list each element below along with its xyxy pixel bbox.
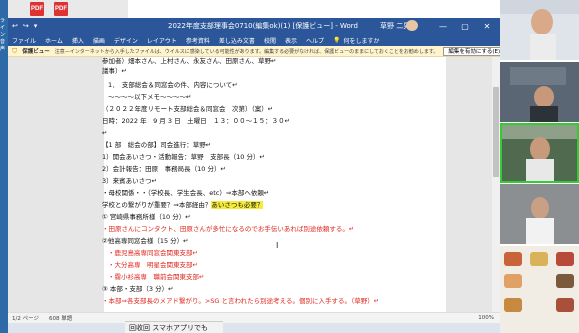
pdf-file-icon[interactable]: PDF bbox=[30, 2, 44, 16]
document-page[interactable]: 参加者）畑本さん、上村さん、永友さん、田原さん、草野↵ 議事）↵ 1． 支部総会… bbox=[102, 57, 446, 312]
text-cursor-icon: I bbox=[276, 241, 279, 250]
participant-video-2 bbox=[500, 62, 579, 122]
thumbnail-image bbox=[504, 252, 522, 266]
tab-file[interactable]: ファイル bbox=[12, 36, 36, 45]
redo-icon[interactable]: ↪ bbox=[23, 22, 29, 30]
window-controls: — ▢ ✕ bbox=[432, 18, 498, 34]
tab-help[interactable]: ヘルプ bbox=[306, 36, 324, 45]
thumbnail-image bbox=[530, 252, 548, 266]
word-window: ↩ ↪ ▾ 2022年度支部理事会0710(編集ok)(1) [保護ビュー] -… bbox=[8, 18, 500, 323]
doc-line: ・本部⇒各支部長のメアド繋がり。>SG と言われたら別途考える。個別に入手する。… bbox=[102, 297, 380, 305]
doc-line: 3）来賓あいさつ↵ bbox=[102, 177, 158, 185]
page-count[interactable]: 1/2 ページ bbox=[12, 314, 39, 322]
thumbnail-image bbox=[556, 274, 574, 288]
doc-line: 議事）↵ bbox=[102, 67, 127, 75]
doc-line: ・田原さんにコンタクト、田原さんが多忙になるのでお手伝いあれば別途依頼する。↵ bbox=[102, 225, 355, 233]
tell-me-search[interactable]: 💡 何をしますか bbox=[333, 36, 380, 45]
tab-mailings[interactable]: 差し込み文書 bbox=[219, 36, 255, 45]
screen: ライン音声 PDF PDF ↩ ↪ ▾ 2022年度支部理事会0710(編集ok… bbox=[0, 0, 579, 333]
taskbar: ▤ ✉ ● W bbox=[8, 323, 500, 333]
doc-line: ① 宮崎県事務所様（10 分）↵ bbox=[102, 213, 191, 221]
scrollbar-thumb[interactable] bbox=[493, 87, 499, 177]
participant-video-4 bbox=[500, 184, 579, 244]
word-count[interactable]: 608 単語 bbox=[49, 314, 72, 322]
doc-line: 参加者）畑本さん、上村さん、永友さん、田原さん、草野↵ bbox=[102, 57, 277, 65]
zoom-level[interactable]: 100% bbox=[478, 315, 494, 321]
minimize-button[interactable]: — bbox=[432, 18, 454, 34]
video-tile[interactable] bbox=[500, 0, 579, 60]
tab-references[interactable]: 参考資料 bbox=[186, 36, 210, 45]
thumbnail-image bbox=[504, 274, 522, 288]
tab-home[interactable]: ホーム bbox=[45, 36, 63, 45]
avatar[interactable] bbox=[406, 20, 418, 31]
video-tile[interactable] bbox=[500, 184, 579, 244]
doc-line: ・霧小衫高専 職前会関東支部↵ bbox=[108, 273, 205, 281]
background-window bbox=[500, 246, 579, 333]
protected-view-bar: ⛉ 保護ビュー 注意—インターネットから入手したファイルは、ウイルスに感染してい… bbox=[8, 46, 500, 57]
tab-view[interactable]: 表示 bbox=[285, 36, 297, 45]
desktop-icon-row: PDF PDF bbox=[8, 0, 128, 18]
thumbnail-image bbox=[556, 298, 574, 312]
overlay-caption-text: 回收回 スマホアプリでも bbox=[129, 324, 209, 332]
document-title: 2022年度支部理事会0710(編集ok)(1) [保護ビュー] - Word bbox=[168, 22, 358, 30]
thumbnail-image bbox=[556, 252, 574, 266]
doc-line: 2）会計報告：田原 事務局長（10 分）↵ bbox=[102, 165, 226, 173]
protected-view-label: 保護ビュー bbox=[22, 49, 50, 55]
tab-design[interactable]: デザイン bbox=[114, 36, 138, 45]
document-area: 参加者）畑本さん、上村さん、永友さん、田原さん、草野↵ 議事）↵ 1． 支部総会… bbox=[8, 57, 500, 312]
doc-line: ・大分高専 明星会関東支部↵ bbox=[108, 261, 198, 269]
shield-icon: ⛉ bbox=[12, 46, 18, 55]
doc-line: 1． 支部総会＆同窓会の件、内容について↵ bbox=[108, 81, 238, 89]
doc-line: 【1 部 総会の部】司会進行：草野↵ bbox=[102, 141, 212, 149]
pdf-file-icon[interactable]: PDF bbox=[54, 2, 68, 16]
maximize-button[interactable]: ▢ bbox=[454, 18, 476, 34]
thumbnail-image bbox=[504, 298, 522, 312]
doc-line: （２０２２年度リモート支部総会＆同窓会 次第）（案）↵ bbox=[102, 105, 274, 113]
highlighted-text: あいさつも必要？ bbox=[211, 201, 264, 209]
doc-line: ～～～～以下メモ～～～～↵ bbox=[108, 93, 192, 101]
participant-video-3 bbox=[502, 125, 577, 181]
enable-editing-button[interactable]: 編集を有効にする(E) bbox=[443, 46, 500, 56]
video-tile-active-speaker[interactable] bbox=[500, 123, 579, 183]
doc-line: 1）開会あいさつ・活動報告：草野 支部長（10 分）↵ bbox=[102, 153, 265, 161]
lightbulb-icon: 💡 bbox=[332, 36, 341, 44]
desktop-edge: ライン音声 bbox=[0, 0, 8, 333]
tab-review[interactable]: 校閲 bbox=[264, 36, 276, 45]
desktop-label: ライン音声 bbox=[0, 18, 6, 52]
doc-line: ↵ bbox=[102, 129, 108, 137]
ribbon-tabs: ファイル ホーム 挿入 描画 デザイン レイアウト 参考資料 差し込み文書 校閲… bbox=[8, 34, 500, 46]
doc-line: ・母校関係・・（学校長、学生会長、etc）⇒本部へ依頼↵ bbox=[102, 189, 270, 197]
doc-line: ②他高専同窓会様（15 分）↵ bbox=[102, 237, 189, 245]
protected-view-message: 注意—インターネットから入手したファイルは、ウイルスに感染している可能性がありま… bbox=[54, 48, 439, 55]
doc-line: ③ 本部・支部（3 分）↵ bbox=[102, 285, 174, 293]
close-button[interactable]: ✕ bbox=[476, 18, 498, 34]
overlay-caption: 回收回 スマホアプリでも bbox=[125, 321, 223, 333]
title-bar: ↩ ↪ ▾ 2022年度支部理事会0710(編集ok)(1) [保護ビュー] -… bbox=[8, 18, 500, 34]
tab-layout[interactable]: レイアウト bbox=[147, 36, 177, 45]
status-bar: 1/2 ページ 608 単語 100% bbox=[8, 312, 500, 323]
tab-insert[interactable]: 挿入 bbox=[72, 36, 84, 45]
tab-draw[interactable]: 描画 bbox=[93, 36, 105, 45]
quick-access-toolbar: ↩ ↪ ▾ bbox=[12, 22, 37, 30]
doc-line: 日時：2022 年 9 月 3 日 土曜日 １３：００～１５：３０↵ bbox=[102, 117, 291, 125]
doc-line-text: 学校との繋がりが重要？⇒本部経由？ bbox=[102, 201, 212, 209]
tell-me-label: 何をしますか bbox=[343, 37, 380, 45]
video-tile[interactable] bbox=[500, 62, 579, 122]
customize-qat-icon[interactable]: ▾ bbox=[34, 22, 38, 30]
vertical-scrollbar[interactable] bbox=[492, 57, 500, 312]
participant-video-1 bbox=[500, 0, 579, 60]
doc-line: 学校との繋がりが重要？⇒本部経由？あいさつも必要？ bbox=[102, 201, 264, 210]
undo-icon[interactable]: ↩ bbox=[12, 22, 18, 30]
doc-line: ・鹿児島高専同窓会関東支部↵ bbox=[108, 249, 198, 257]
